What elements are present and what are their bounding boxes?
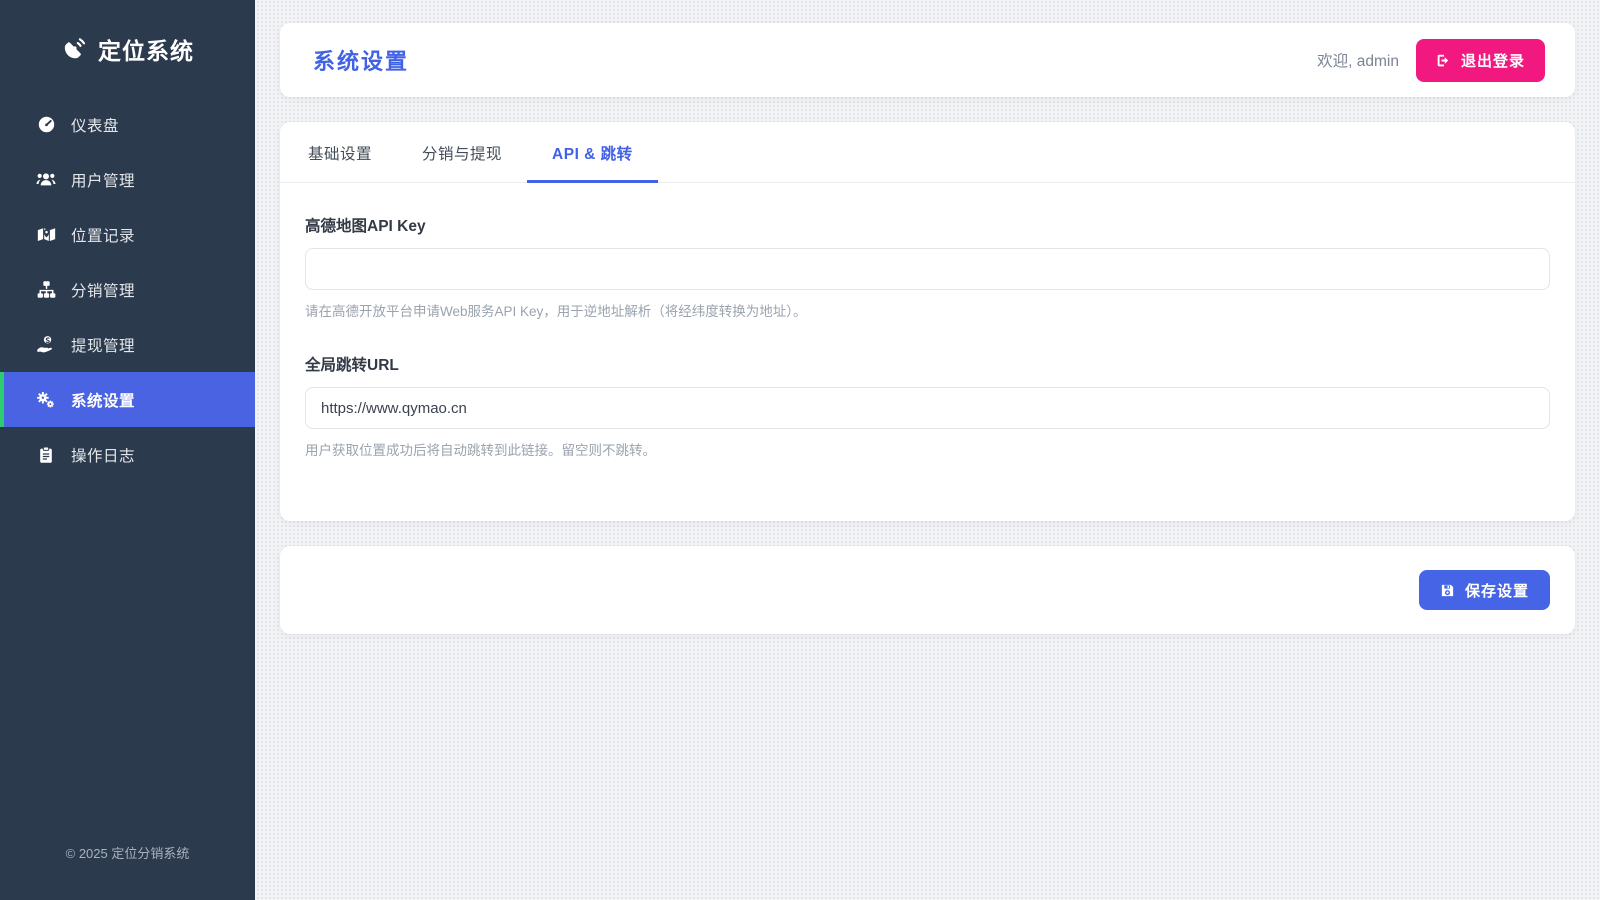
- sidebar-item-label: 提现管理: [71, 337, 136, 355]
- sidebar-item-settings[interactable]: 系统设置: [0, 372, 255, 427]
- sidebar-item-logs[interactable]: 操作日志: [0, 427, 255, 482]
- sidebar-menu: 仪表盘 用户管理 位置记录 分销管理 提现管理 系统设置 操作日志: [0, 97, 255, 482]
- page-title: 系统设置: [313, 49, 410, 74]
- amap-api-key-help: 请在高德开放平台申请Web服务API Key，用于逆地址解析（将经纬度转换为地址…: [305, 304, 807, 319]
- settings-tabs: 基础设置 分销与提现 API & 跳转: [280, 122, 1575, 183]
- clipboard-list-icon: [35, 446, 57, 464]
- sitemap-icon: [35, 280, 57, 299]
- sidebar-item-distribution[interactable]: 分销管理: [0, 262, 255, 317]
- redirect-url-input[interactable]: [305, 387, 1550, 429]
- save-bar: 保存设置: [280, 546, 1575, 634]
- logout-button-label: 退出登录: [1460, 52, 1525, 70]
- tab-distribution-withdrawal[interactable]: 分销与提现: [397, 122, 527, 183]
- redirect-url-help: 用户获取位置成功后将自动跳转到此链接。留空则不跳转。: [305, 443, 656, 458]
- header-card: 系统设置 欢迎, admin 退出登录: [280, 23, 1575, 97]
- save-settings-button[interactable]: 保存设置: [1418, 570, 1550, 610]
- gauge-icon: [35, 115, 57, 134]
- tab-panel-api-redirect: 高德地图API Key 请在高德开放平台申请Web服务API Key，用于逆地址…: [280, 183, 1575, 521]
- sidebar-item-users[interactable]: 用户管理: [0, 152, 255, 207]
- sidebar-footer: © 2025 定位分销系统: [65, 846, 190, 861]
- sign-out-icon: [1436, 53, 1451, 68]
- main-content: 系统设置 欢迎, admin 退出登录 基础设置 分销与提现 API & 跳转: [255, 0, 1600, 900]
- brand: 定位系统: [0, 0, 255, 97]
- tab-basic-settings[interactable]: 基础设置: [283, 122, 397, 183]
- sidebar-item-withdrawals[interactable]: 提现管理: [0, 317, 255, 372]
- save-settings-label: 保存设置: [1464, 582, 1529, 600]
- brand-title: 定位系统: [98, 37, 194, 64]
- sidebar-item-label: 位置记录: [71, 227, 136, 245]
- map-location-icon: [35, 225, 57, 244]
- sidebar: 定位系统 仪表盘 用户管理 位置记录 分销管理 提现管理 系统设置 操作日志 ©…: [0, 0, 255, 900]
- sidebar-item-locations[interactable]: 位置记录: [0, 207, 255, 262]
- hand-holding-dollar-icon: [35, 335, 57, 355]
- settings-card: 基础设置 分销与提现 API & 跳转 高德地图API Key 请在高德开放平台…: [280, 122, 1575, 521]
- logout-button[interactable]: 退出登录: [1415, 38, 1545, 82]
- amap-api-key-input[interactable]: [305, 248, 1550, 290]
- field-global-redirect-url: 全局跳转URL 用户获取位置成功后将自动跳转到此链接。留空则不跳转。: [305, 353, 1550, 459]
- users-icon: [35, 170, 57, 190]
- sidebar-item-label: 用户管理: [71, 172, 136, 190]
- sidebar-item-label: 仪表盘: [71, 117, 120, 135]
- sidebar-item-dashboard[interactable]: 仪表盘: [0, 97, 255, 152]
- tab-api-redirect[interactable]: API & 跳转: [527, 122, 658, 183]
- satellite-dish-icon: [61, 36, 87, 62]
- welcome-text: 欢迎, admin: [1317, 53, 1399, 70]
- sidebar-item-label: 操作日志: [71, 447, 136, 465]
- header-right: 欢迎, admin 退出登录: [1317, 38, 1545, 82]
- sidebar-item-label: 分销管理: [71, 282, 136, 300]
- gears-icon: [35, 390, 57, 410]
- redirect-url-label: 全局跳转URL: [305, 357, 399, 374]
- amap-api-key-label: 高德地图API Key: [305, 218, 426, 235]
- sidebar-item-label: 系统设置: [71, 392, 136, 410]
- save-icon: [1440, 583, 1455, 598]
- field-amap-api-key: 高德地图API Key 请在高德开放平台申请Web服务API Key，用于逆地址…: [305, 214, 1550, 320]
